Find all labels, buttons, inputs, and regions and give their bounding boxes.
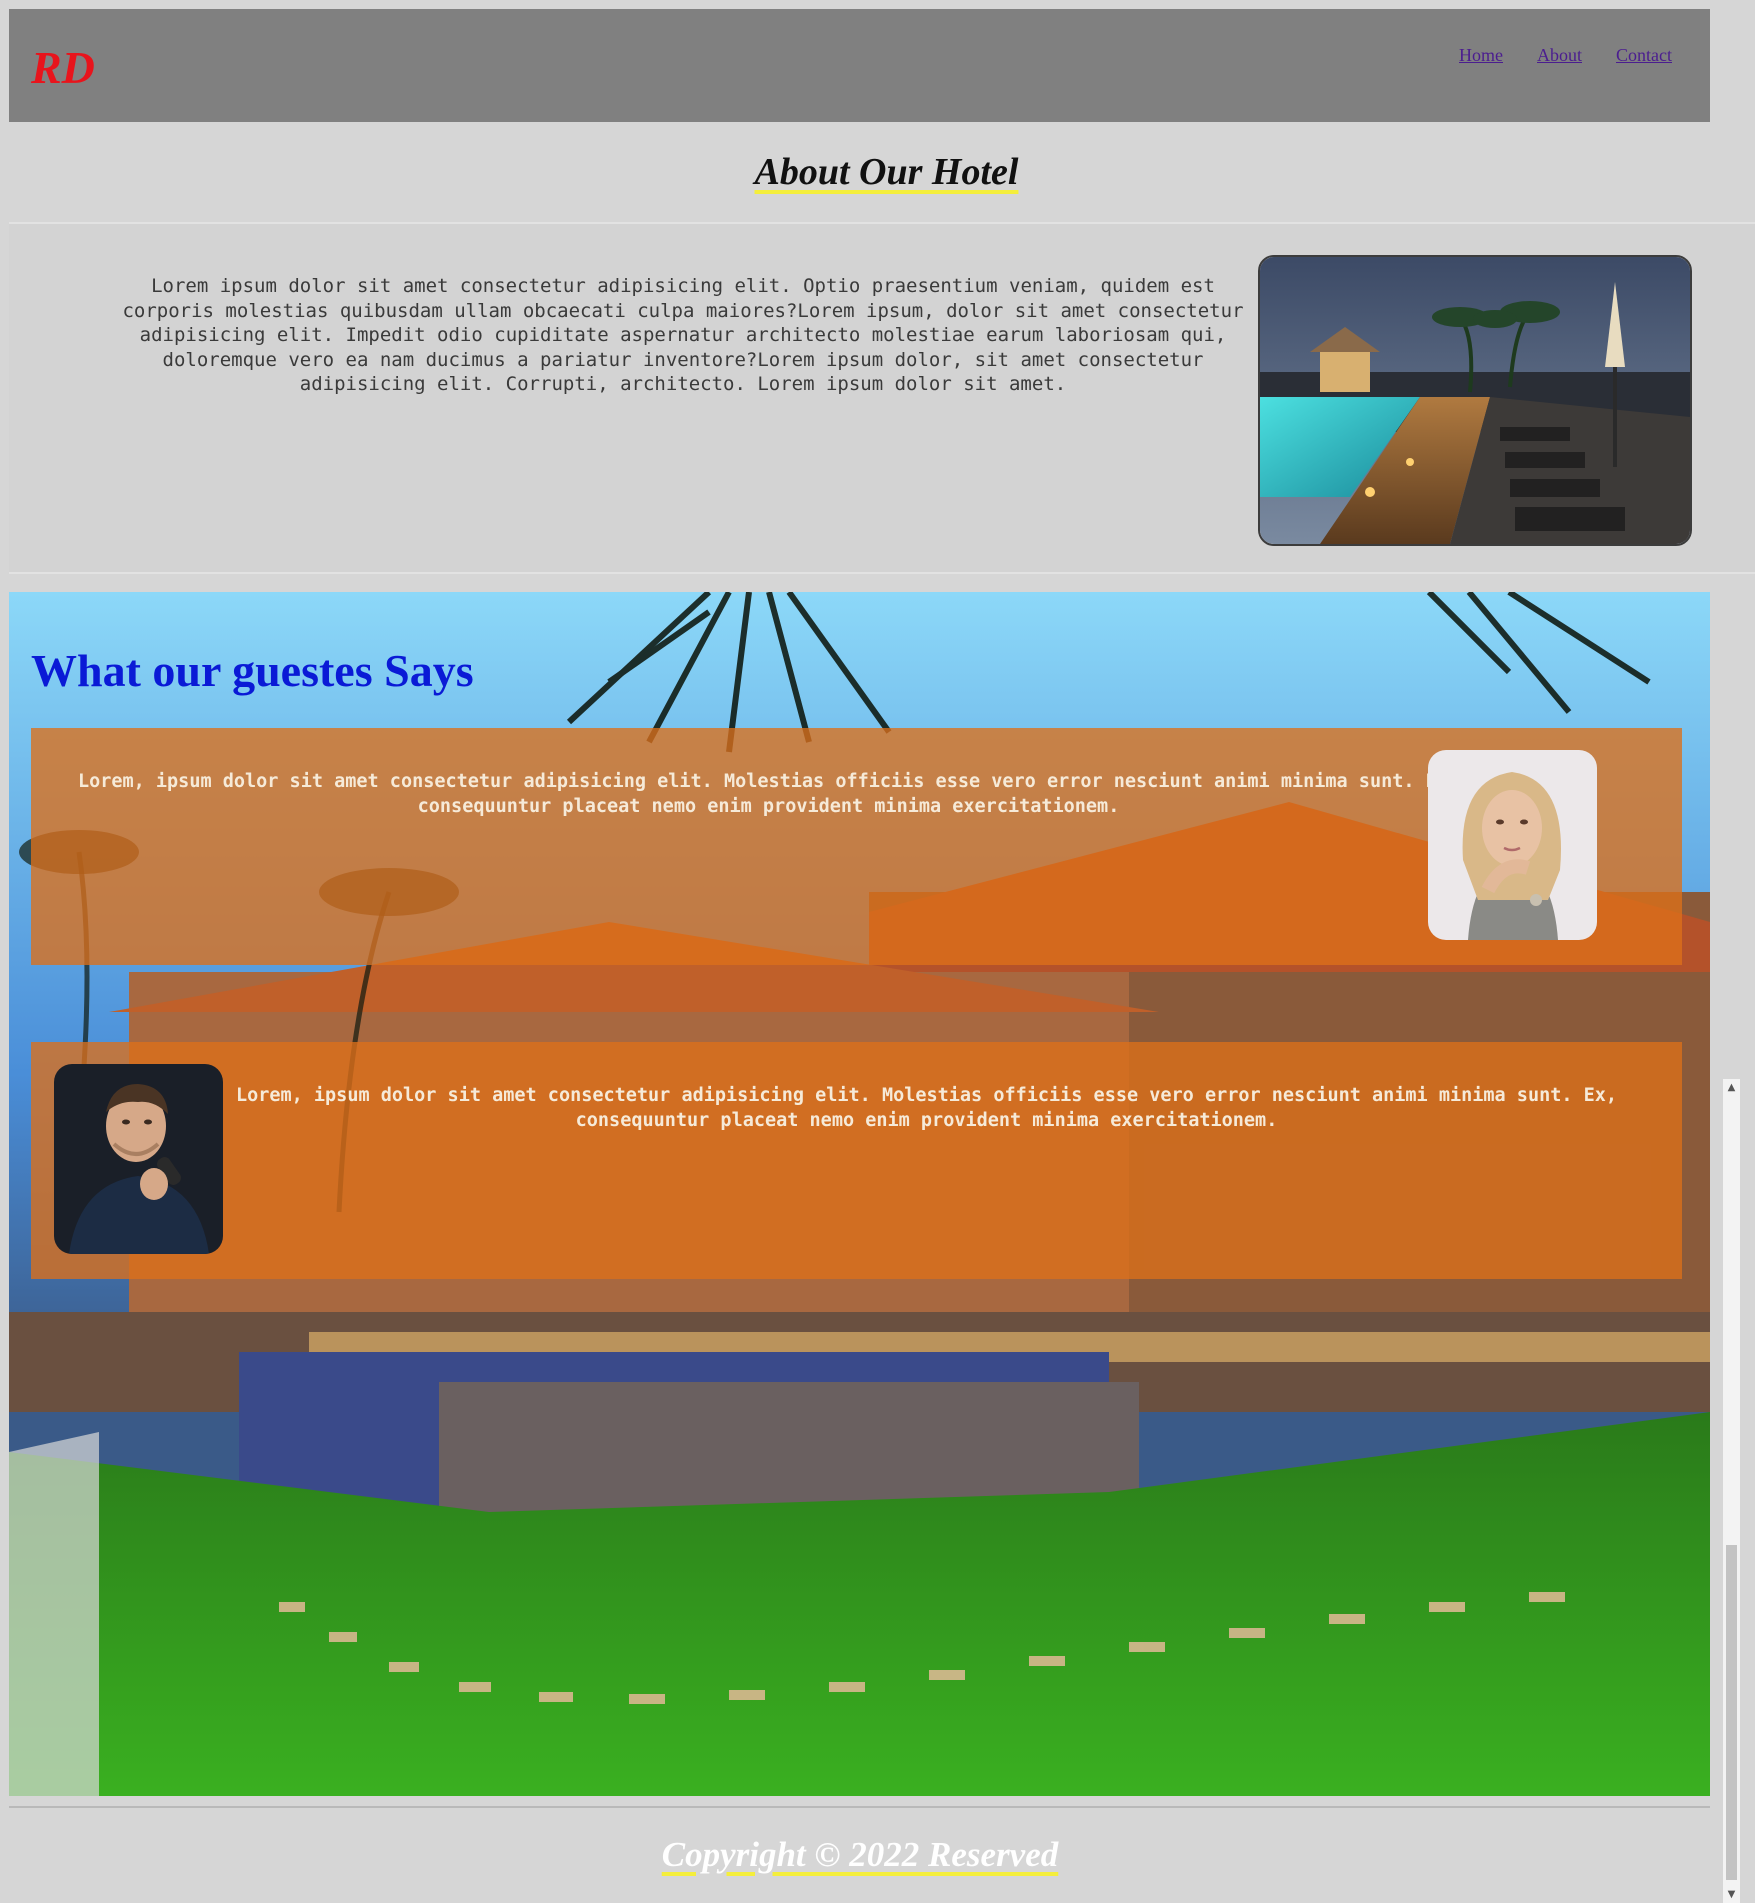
testimonials-section: What our guestes Says Lorem, ipsum dolor… [9,592,1710,1796]
guest-avatar-woman [1428,750,1597,940]
site-header: RD Home About Contact [9,9,1710,122]
nav-home-link[interactable]: Home [1459,45,1503,66]
nav-about-link[interactable]: About [1537,45,1582,66]
footer: Copyright © 2022 Reserved [0,1835,1720,1875]
about-description: Lorem ipsum dolor sit amet consectetur a… [122,275,1244,395]
copyright-text: Copyright © 2022 Reserved [661,1835,1059,1874]
testimonial-text: Lorem, ipsum dolor sit amet consectetur … [77,771,1460,817]
testimonial-card: Lorem, ipsum dolor sit amet consectetur … [31,1042,1682,1279]
vertical-scrollbar[interactable]: ▲ ▼ [1723,1079,1740,1903]
footer-divider [9,1806,1710,1808]
about-section: Lorem ipsum dolor sit amet consectetur a… [9,222,1755,574]
testimonial-card: Lorem, ipsum dolor sit amet consectetur … [31,728,1682,965]
logo[interactable]: RD [31,41,95,94]
about-heading-text: About Our Hotel [754,151,1019,193]
testimonials-heading: What our guestes Says [31,645,474,696]
nav-contact-link[interactable]: Contact [1616,45,1672,66]
hotel-pool-image [1258,255,1692,546]
scroll-up-arrow-icon[interactable]: ▲ [1723,1079,1740,1096]
scrollbar-thumb[interactable] [1726,1545,1737,1880]
guest-avatar-man [54,1064,223,1254]
main-nav: Home About Contact [1459,45,1672,66]
about-heading: About Our Hotel [0,150,1755,194]
scroll-down-arrow-icon[interactable]: ▼ [1723,1886,1740,1903]
testimonial-text: Lorem, ipsum dolor sit amet consectetur … [235,1085,1618,1131]
